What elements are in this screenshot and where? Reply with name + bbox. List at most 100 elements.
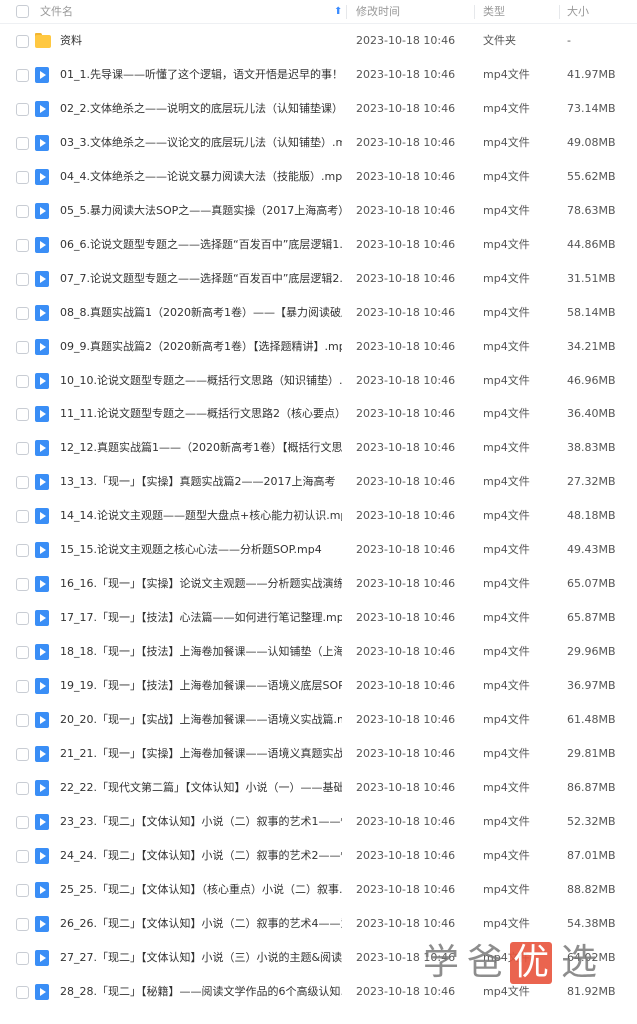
- row-checkbox[interactable]: [16, 306, 29, 320]
- file-name[interactable]: 03_3.文体绝杀之——议论文的底层玩儿法（认知铺垫）.mp4: [60, 126, 342, 160]
- row-checkbox[interactable]: [16, 340, 29, 354]
- row-checkbox[interactable]: [16, 714, 29, 727]
- file-name[interactable]: 26_26.「现二」【文体认知】小说（二）叙事的艺术4——意...: [60, 907, 342, 941]
- modified-time: 2023-10-18 10:46: [356, 101, 456, 115]
- row-checkbox[interactable]: [16, 883, 29, 897]
- file-row[interactable]: 10_10.论说文题型专题之——概括行文思路（知识铺垫）.m... 2023-10…: [0, 364, 637, 398]
- row-checkbox[interactable]: [16, 476, 29, 490]
- file-row[interactable]: 18_18.「现一」【技法】上海卷加餐课——认知铺垫（上海... 2023-10-…: [0, 635, 637, 669]
- file-name[interactable]: 07_7.论说文题型专题之——选择题“百发百中”底层逻辑2....: [60, 262, 342, 296]
- row-checkbox[interactable]: [16, 442, 29, 456]
- file-row[interactable]: 21_21.「现一」【实操】上海卷加餐课——语境义真题实战2... 2023-10…: [0, 737, 637, 771]
- file-type: mp4文件: [483, 475, 530, 489]
- column-header-name[interactable]: 文件名: [40, 0, 73, 24]
- file-row[interactable]: 26_26.「现二」【文体认知】小说（二）叙事的艺术4——意... 2023-10…: [0, 907, 637, 941]
- file-name[interactable]: 10_10.论说文题型专题之——概括行文思路（知识铺垫）.m...: [60, 364, 342, 398]
- file-row[interactable]: 20_20.「现一」【实战】上海卷加餐课——语境义实战篇.m... 2023-10…: [0, 703, 637, 737]
- row-checkbox[interactable]: [16, 102, 29, 116]
- file-name[interactable]: 16_16.「现一」【实操】论说文主观题——分析题实战演练...: [60, 567, 342, 601]
- row-checkbox[interactable]: [16, 578, 29, 592]
- file-row[interactable]: 17_17.「现一」【技法】心法篇——如何进行笔记整理.mp4 2023-10-1…: [0, 601, 637, 635]
- file-name[interactable]: 22_22.「现代文第二篇」【文体认知】小说（一）——基础...: [60, 771, 342, 805]
- file-name[interactable]: 20_20.「现一」【实战】上海卷加餐课——语境义实战篇.m...: [60, 703, 342, 737]
- file-name[interactable]: 11_11.论说文题型专题之——概括行文思路2（核心要点）...: [60, 397, 342, 431]
- file-row[interactable]: 12_12.真题实战篇1——（2020新高考1卷）【概括行文思路... 2023-…: [0, 431, 637, 465]
- sort-ascending-icon[interactable]: ⬆: [334, 0, 342, 24]
- row-checkbox[interactable]: [16, 136, 29, 150]
- row-checkbox[interactable]: [16, 35, 29, 48]
- row-checkbox[interactable]: [16, 68, 29, 82]
- row-checkbox[interactable]: [16, 272, 29, 286]
- file-name[interactable]: 12_12.真题实战篇1——（2020新高考1卷）【概括行文思路...: [60, 431, 342, 465]
- file-name[interactable]: 23_23.「现二」【文体认知】小说（二）叙事的艺术1——情...: [60, 805, 342, 839]
- row-checkbox[interactable]: [16, 985, 29, 999]
- file-row[interactable]: 23_23.「现二」【文体认知】小说（二）叙事的艺术1——情... 2023-10…: [0, 805, 637, 839]
- column-divider[interactable]: [346, 5, 347, 19]
- file-row[interactable]: 03_3.文体绝杀之——议论文的底层玩儿法（认知铺垫）.mp4 2023-10-1…: [0, 126, 637, 160]
- row-checkbox[interactable]: [16, 408, 29, 422]
- file-row[interactable]: 22_22.「现代文第二篇」【文体认知】小说（一）——基础... 2023-10-…: [0, 771, 637, 805]
- column-header-type[interactable]: 类型: [483, 0, 505, 24]
- column-header-size[interactable]: 大小: [567, 0, 589, 24]
- file-name[interactable]: 14_14.论说文主观题——题型大盘点+核心能力初认识.mp4: [60, 499, 342, 533]
- row-checkbox[interactable]: [16, 204, 29, 218]
- file-name[interactable]: 24_24.「现二」【文体认知】小说（二）叙事的艺术2——情...: [60, 839, 342, 873]
- video-file-icon: [35, 236, 50, 253]
- file-name[interactable]: 19_19.「现一」【技法】上海卷加餐课——语境义底层SOP...: [60, 669, 342, 703]
- row-checkbox[interactable]: [16, 238, 29, 252]
- file-name[interactable]: 04_4.文体绝杀之——论说文暴力阅读大法（技能版）.mp4: [60, 160, 342, 194]
- row-checkbox[interactable]: [16, 170, 29, 184]
- file-row[interactable]: 25_25.「现二」【文体认知】（核心重点）小说（二）叙事... 2023-10-…: [0, 873, 637, 907]
- file-name[interactable]: 02_2.文体绝杀之——说明文的底层玩儿法（认知铺垫课）.m...: [60, 92, 342, 126]
- column-divider[interactable]: [559, 5, 560, 19]
- row-checkbox[interactable]: [16, 917, 29, 931]
- row-checkbox[interactable]: [16, 747, 29, 761]
- row-checkbox[interactable]: [16, 815, 29, 829]
- file-name[interactable]: 13_13.「现一」【实操】真题实战篇2——2017上海高考【...: [60, 465, 342, 499]
- file-name[interactable]: 28_28.「现二」【秘籍】——阅读文学作品的6个高级认知...: [60, 975, 342, 1009]
- file-name[interactable]: 01_1.先导课——听懂了这个逻辑，语文开悟是迟早的事！.m...: [60, 58, 342, 92]
- row-checkbox[interactable]: [16, 374, 29, 388]
- file-row[interactable]: 07_7.论说文题型专题之——选择题“百发百中”底层逻辑2.... 2023-10…: [0, 262, 637, 296]
- row-checkbox[interactable]: [16, 510, 29, 524]
- file-name[interactable]: 05_5.暴力阅读大法SOP之——真题实操（2017上海高考）....: [60, 194, 342, 228]
- file-name[interactable]: 资料: [60, 24, 342, 58]
- file-row[interactable]: 08_8.真题实战篇1（2020新高考1卷）——【暴力阅读破局... 2023-1…: [0, 296, 637, 330]
- file-name[interactable]: 21_21.「现一」【实操】上海卷加餐课——语境义真题实战2...: [60, 737, 342, 771]
- row-checkbox[interactable]: [16, 781, 29, 795]
- file-row[interactable]: 05_5.暴力阅读大法SOP之——真题实操（2017上海高考）.... 2023-…: [0, 194, 637, 228]
- file-name[interactable]: 15_15.论说文主观题之核心心法——分析题SOP.mp4: [60, 533, 342, 567]
- file-name[interactable]: 06_6.论说文题型专题之——选择题“百发百中”底层逻辑1....: [60, 228, 342, 262]
- file-row[interactable]: 19_19.「现一」【技法】上海卷加餐课——语境义底层SOP... 2023-10…: [0, 669, 637, 703]
- file-row[interactable]: 15_15.论说文主观题之核心心法——分析题SOP.mp4 2023-10-18 …: [0, 533, 637, 567]
- file-row[interactable]: 06_6.论说文题型专题之——选择题“百发百中”底层逻辑1.... 2023-10…: [0, 228, 637, 262]
- file-row[interactable]: 14_14.论说文主观题——题型大盘点+核心能力初认识.mp4 2023-10-1…: [0, 499, 637, 533]
- file-name[interactable]: 08_8.真题实战篇1（2020新高考1卷）——【暴力阅读破局...: [60, 296, 342, 330]
- file-row[interactable]: 01_1.先导课——听懂了这个逻辑，语文开悟是迟早的事！.m... 2023-10…: [0, 58, 637, 92]
- modified-time: 2023-10-18 10:46: [356, 135, 456, 149]
- file-row[interactable]: 13_13.「现一」【实操】真题实战篇2——2017上海高考【... 2023-1…: [0, 465, 637, 499]
- file-row[interactable]: 16_16.「现一」【实操】论说文主观题——分析题实战演练... 2023-10-…: [0, 567, 637, 601]
- column-header-modified[interactable]: 修改时间: [356, 0, 400, 24]
- select-all-checkbox[interactable]: [16, 5, 29, 18]
- row-checkbox[interactable]: [16, 849, 29, 863]
- file-type: mp4文件: [483, 645, 530, 659]
- column-divider[interactable]: [474, 5, 475, 19]
- row-checkbox[interactable]: [16, 646, 29, 660]
- row-checkbox[interactable]: [16, 680, 29, 694]
- file-name[interactable]: 09_9.真题实战篇2（2020新高考1卷）【选择题精讲】.mp4: [60, 330, 342, 364]
- row-checkbox[interactable]: [16, 951, 29, 965]
- video-file-icon: [35, 66, 50, 83]
- file-name[interactable]: 18_18.「现一」【技法】上海卷加餐课——认知铺垫（上海...: [60, 635, 342, 669]
- row-checkbox[interactable]: [16, 612, 29, 626]
- file-name[interactable]: 17_17.「现一」【技法】心法篇——如何进行笔记整理.mp4: [60, 601, 342, 635]
- file-row[interactable]: 04_4.文体绝杀之——论说文暴力阅读大法（技能版）.mp4 2023-10-18…: [0, 160, 637, 194]
- file-row[interactable]: 11_11.论说文题型专题之——概括行文思路2（核心要点）... 2023-10-…: [0, 397, 637, 431]
- folder-row[interactable]: 资料 2023-10-18 10:46 文件夹 -: [0, 24, 637, 58]
- row-checkbox[interactable]: [16, 544, 29, 558]
- file-row[interactable]: 09_9.真题实战篇2（2020新高考1卷）【选择题精讲】.mp4 2023-10…: [0, 330, 637, 364]
- file-name[interactable]: 25_25.「现二」【文体认知】（核心重点）小说（二）叙事...: [60, 873, 342, 907]
- file-row[interactable]: 24_24.「现二」【文体认知】小说（二）叙事的艺术2——情... 2023-10…: [0, 839, 637, 873]
- file-row[interactable]: 02_2.文体绝杀之——说明文的底层玩儿法（认知铺垫课）.m... 2023-10…: [0, 92, 637, 126]
- file-name[interactable]: 27_27.「现二」【文体认知】小说（三）小说的主题&阅读...: [60, 941, 342, 975]
